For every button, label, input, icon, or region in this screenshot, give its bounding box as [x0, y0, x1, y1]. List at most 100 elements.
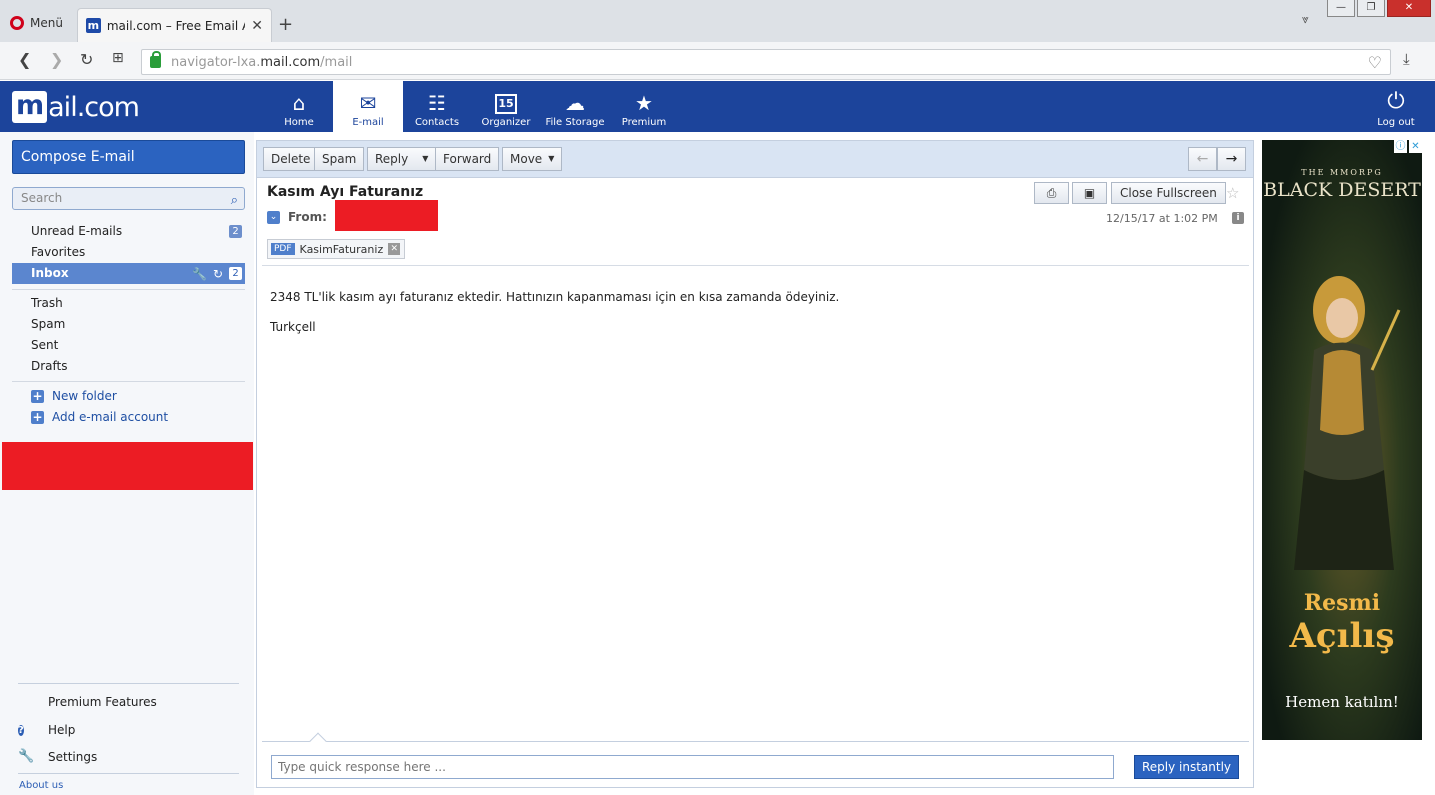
reply-instantly-button[interactable]: Reply instantly [1134, 755, 1239, 779]
lock-icon [150, 51, 161, 68]
settings-link[interactable]: 🔧 Settings [18, 749, 97, 764]
envelope-icon: ✉ [359, 91, 377, 115]
save-icon[interactable]: ▣ [1072, 182, 1107, 204]
about-link[interactable]: About us [19, 780, 63, 791]
ad-close-icon[interactable]: ✕ [1409, 140, 1422, 153]
compose-button[interactable]: Compose E-mail [12, 140, 245, 174]
close-fullscreen-button[interactable]: Close Fullscreen [1111, 182, 1226, 204]
ad-character-illustration [1294, 276, 1401, 570]
forward-button[interactable]: Forward [435, 147, 500, 171]
unread-count-badge: 2 [229, 225, 242, 238]
contacts-icon: ☷ [428, 91, 446, 115]
sidebar: Compose E-mail Search ⌕ Unread E-mails 2… [0, 132, 254, 795]
expand-details-icon[interactable]: ⌄ [267, 210, 280, 224]
tab-menu-icon[interactable]: ⩔ [1302, 12, 1309, 27]
tab-close-icon[interactable]: ✕ [251, 18, 263, 34]
home-icon: ⌂ [292, 91, 306, 115]
star-icon: ★ [635, 91, 653, 115]
nav-email[interactable]: ✉ E-mail [333, 81, 403, 132]
delete-button[interactable]: Delete [263, 147, 319, 171]
inbox-count-badge: 2 [229, 267, 243, 280]
help-icon: ? [18, 725, 24, 736]
folder-spam[interactable]: Spam [12, 314, 245, 335]
ad-controls: ⓘ ✕ [1394, 140, 1422, 153]
pdf-icon: PDF [271, 243, 295, 255]
url-field[interactable]: navigator-lxa.mail.com/mail ♡ [141, 49, 1391, 75]
ad-title-block: THE MMORPG BLACK DESERT [1263, 168, 1421, 201]
nav-home[interactable]: ⌂ Home [264, 81, 334, 132]
logout-button[interactable]: ⏻ Log out [1370, 81, 1422, 132]
folder-inbox[interactable]: Inbox [12, 263, 188, 284]
back-icon[interactable]: ❮ [18, 50, 31, 69]
info-icon[interactable]: i [1232, 212, 1244, 224]
browser-tab-bar: Menü m mail.com – Free Email Acco ✕ + ⩔ … [0, 0, 1435, 42]
help-link[interactable]: ? Help [18, 722, 75, 737]
calendar-icon: 15 [495, 94, 517, 114]
divider [18, 773, 239, 774]
divider [262, 741, 1249, 742]
premium-features-link[interactable]: Premium Features [18, 695, 157, 709]
top-navigation: ⌂ Home ✉ E-mail ☷ Contacts 15 Organizer … [264, 81, 678, 132]
refresh-icon[interactable]: ↻ [213, 267, 223, 281]
power-icon: ⏻ [1387, 89, 1405, 114]
minimize-icon[interactable]: — [1327, 0, 1355, 17]
attachment-chip[interactable]: PDF KasimFaturaniz ✕ [267, 239, 406, 259]
mailcom-logo[interactable]: m ail.com [12, 91, 140, 123]
browser-tab[interactable]: m mail.com – Free Email Acco ✕ [77, 8, 272, 42]
move-button[interactable]: Move ▼ [502, 147, 563, 171]
inbox-tools: 🔧 ↻ 2 [188, 263, 245, 284]
download-icon[interactable]: ⤓ [1403, 50, 1410, 68]
attachment-name: KasimFaturaniz [299, 242, 384, 256]
folder-sent[interactable]: Sent [12, 335, 245, 356]
favorite-star-icon[interactable]: ☆ [1226, 184, 1239, 202]
next-message-icon[interactable]: → [1217, 147, 1246, 171]
search-input[interactable]: Search ⌕ [12, 187, 245, 210]
advertisement-banner[interactable]: ⓘ ✕ THE MMORPG BLACK DESERT Resmi Açılış… [1262, 140, 1422, 740]
maximize-icon[interactable]: ❐ [1357, 0, 1385, 17]
chevron-down-icon: ▼ [422, 154, 429, 163]
folder-trash[interactable]: Trash [12, 293, 245, 314]
opera-menu-button[interactable]: Menü [10, 16, 63, 30]
message-date: 12/15/17 at 1:02 PM [1106, 212, 1218, 225]
speed-dial-icon[interactable]: ⊞ [112, 50, 124, 66]
mailcom-favicon-icon: m [86, 18, 101, 33]
folder-unread[interactable]: Unread E-mails 2 [12, 221, 245, 242]
message-body-line: 2348 TL'lik kasım ayı faturanız ektedir.… [270, 290, 840, 304]
print-icon[interactable]: ⎙ [1034, 182, 1069, 204]
nav-organizer[interactable]: 15 Organizer [471, 81, 541, 132]
new-folder-link[interactable]: + New folder [31, 389, 117, 403]
quick-response-input[interactable] [271, 755, 1114, 779]
nav-contacts[interactable]: ☷ Contacts [402, 81, 472, 132]
folder-favorites[interactable]: Favorites [12, 242, 245, 263]
window-close-icon[interactable]: ✕ [1387, 0, 1431, 17]
spam-button[interactable]: Spam [314, 147, 365, 171]
folder-drafts[interactable]: Drafts [12, 356, 245, 377]
opera-menu-label: Menü [30, 16, 63, 30]
add-account-link[interactable]: + Add e-mail account [31, 410, 168, 424]
speech-notch [309, 732, 327, 750]
window-controls: — ❐ ✕ [1327, 0, 1431, 17]
tab-title: mail.com – Free Email Acco [106, 18, 245, 33]
cloud-icon: ☁ [565, 91, 585, 115]
divider [12, 289, 245, 290]
nav-file-storage[interactable]: ☁ File Storage [540, 81, 610, 132]
previous-message-icon[interactable]: ← [1188, 147, 1217, 171]
reply-button[interactable]: Reply ▼ [367, 147, 437, 171]
wrench-icon[interactable]: 🔧 [192, 267, 207, 281]
ad-info-icon[interactable]: ⓘ [1394, 140, 1407, 153]
url-text: navigator-lxa.mail.com/mail [171, 54, 353, 70]
mail-header: m ail.com ⌂ Home ✉ E-mail ☷ Contacts 15 O… [0, 81, 1435, 132]
remove-attachment-icon[interactable]: ✕ [388, 243, 401, 255]
bookmark-heart-icon[interactable]: ♡ [1368, 53, 1382, 72]
plus-icon: + [31, 388, 44, 403]
message-body-line: Turkçell [270, 320, 316, 334]
redacted-area [2, 442, 253, 490]
nav-premium[interactable]: ★ Premium [609, 81, 679, 132]
chevron-down-icon: ▼ [548, 154, 555, 163]
ad-cta[interactable]: Hemen katılın! [1262, 693, 1422, 711]
reload-icon[interactable]: ↻ [80, 50, 93, 69]
forward-icon[interactable]: ❯ [50, 50, 63, 69]
divider [18, 683, 239, 684]
new-tab-icon[interactable]: + [278, 14, 293, 35]
search-icon[interactable]: ⌕ [231, 190, 238, 211]
